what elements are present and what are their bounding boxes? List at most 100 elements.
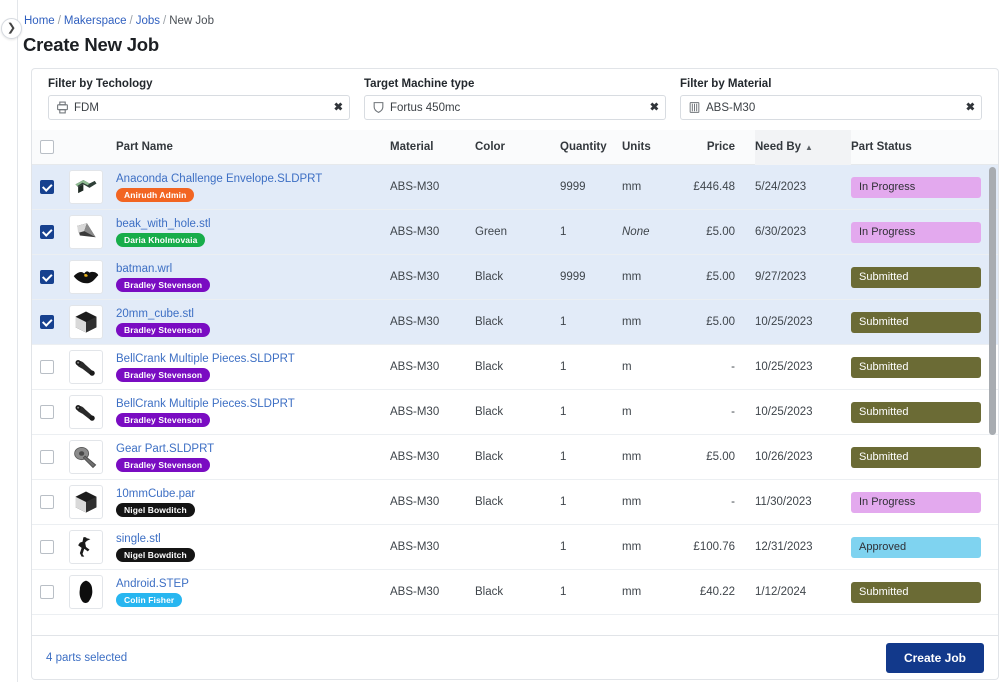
table-row[interactable]: single.stl Nigel Bowditch ABS-M30 1 mm £100.7… [32,525,998,570]
part-name-link[interactable]: BellCrank Multiple Pieces.SLDPRT [116,353,390,365]
part-status-cell: Submitted [851,311,998,333]
units-cell: m [622,361,632,373]
table-row[interactable]: BellCrank Multiple Pieces.SLDPRT Bradley … [32,345,998,390]
part-name-link[interactable]: beak_with_hole.stl [116,218,390,230]
row-checkbox[interactable] [40,270,54,284]
part-thumbnail-cell [62,215,110,249]
table-row[interactable]: batman.wrl Bradley Stevenson ABS-M30 Black 9… [32,255,998,300]
table-row[interactable]: BellCrank Multiple Pieces.SLDPRT Bradley … [32,390,998,435]
header-price[interactable]: Price [677,141,755,153]
beak-wedge-icon [69,215,103,249]
breadcrumb-item-makerspace[interactable]: Makerspace [64,15,127,27]
breadcrumb-separator: / [163,15,167,27]
header-need-by[interactable]: Need By ▲ [755,130,851,165]
selected-count-label[interactable]: 4 parts selected [46,652,127,664]
table-row[interactable]: Android.STEP Colin Fisher ABS-M30 Black 1 mm £… [32,570,998,615]
color-cell: Black [475,316,504,328]
create-job-button[interactable]: Create Job [885,642,984,673]
quantity-cell: 1 [560,451,567,463]
clear-machine-icon[interactable]: ✖ [650,102,659,113]
part-name-cell: beak_with_hole.stl Daria Kholmovaia [110,218,390,247]
row-checkbox[interactable] [40,540,54,554]
part-name-link[interactable]: single.stl [116,533,390,545]
part-owner-badge: Anirudh Admin [116,187,195,202]
cube-icon [69,305,103,339]
row-select-cell [32,540,62,554]
filter-technology-value: FDM [74,101,99,114]
part-owner-badge: Nigel Bowditch [116,547,195,562]
row-checkbox[interactable] [40,180,54,194]
status-badge: Submitted [851,401,981,423]
quantity-cell: 1 [560,586,567,598]
row-checkbox[interactable] [40,585,54,599]
header-units[interactable]: Units [622,141,677,153]
table-row[interactable]: 20mm_cube.stl Bradley Stevenson ABS-M30 Bla… [32,300,998,345]
row-select-cell [32,585,62,599]
part-owner-badge: Bradley Stevenson [116,412,211,427]
part-name-link[interactable]: 20mm_cube.stl [116,308,390,320]
material-cell: ABS-M30 [390,541,440,553]
table-row[interactable]: Gear Part.SLDPRT Bradley Stevenson ABS-M30… [32,435,998,480]
row-select-cell [32,495,62,509]
part-owner-badge: Colin Fisher [116,592,183,607]
header-material[interactable]: Material [390,141,475,153]
row-select-cell [32,450,62,464]
clear-material-icon[interactable]: ✖ [966,102,975,113]
header-quantity[interactable]: Quantity [560,141,622,153]
table-row[interactable]: Anaconda Challenge Envelope.SLDPRT Anirud… [32,165,998,210]
part-name-cell: Anaconda Challenge Envelope.SLDPRT Anirud… [110,173,390,202]
filter-technology-input[interactable]: FDM ✖ [48,95,350,120]
units-cell: mm [622,181,642,193]
part-status-cell: Approved [851,536,998,558]
part-status-cell: In Progress [851,221,998,243]
cube-icon [69,485,103,519]
row-checkbox[interactable] [40,225,54,239]
bird-icon [69,530,103,564]
part-name-link[interactable]: batman.wrl [116,263,390,275]
part-name-link[interactable]: 10mmCube.par [116,488,390,500]
header-need-by-label: Need By [755,141,802,153]
filter-machine-input[interactable]: Fortus 450mc ✖ [364,95,666,120]
part-name-link[interactable]: BellCrank Multiple Pieces.SLDPRT [116,398,390,410]
breadcrumb-item-jobs[interactable]: Jobs [136,15,160,27]
spool-icon [687,101,701,115]
units-cell: mm [622,496,642,508]
price-cell: - [731,406,735,418]
row-checkbox[interactable] [40,360,54,374]
clear-technology-icon[interactable]: ✖ [334,102,343,113]
part-status-cell: Submitted [851,401,998,423]
chevron-right-icon[interactable]: ❯ [1,18,22,39]
part-name-link[interactable]: Anaconda Challenge Envelope.SLDPRT [116,173,390,185]
need-by-cell: 1/12/2024 [755,586,807,598]
table-row[interactable]: beak_with_hole.stl Daria Kholmovaia ABS-M3… [32,210,998,255]
breadcrumb-item-home[interactable]: Home [24,15,55,27]
need-by-cell: 10/25/2023 [755,406,813,418]
row-checkbox[interactable] [40,450,54,464]
part-thumbnail-cell [62,350,110,384]
need-by-cell: 12/31/2023 [755,541,813,553]
green-bracket-icon [69,170,103,204]
table-row[interactable]: 10mmCube.par Nigel Bowditch ABS-M30 Black 1 m… [32,480,998,525]
row-select-cell [32,315,62,329]
row-checkbox[interactable] [40,315,54,329]
header-part-name[interactable]: Part Name [110,141,390,153]
header-color[interactable]: Color [475,141,560,153]
filter-technology-group: Filter by Techology FDM ✖ [48,78,350,130]
color-cell: Black [475,361,504,373]
row-checkbox[interactable] [40,405,54,419]
header-part-status[interactable]: Part Status [851,141,998,153]
color-cell: Green [475,226,507,238]
android-icon [69,575,103,609]
material-cell: ABS-M30 [390,586,440,598]
gear-part-icon [69,440,103,474]
filter-material-input[interactable]: ABS-M30 ✖ [680,95,982,120]
row-checkbox[interactable] [40,495,54,509]
color-cell: Black [475,451,504,463]
vertical-scrollbar[interactable] [989,165,996,635]
table-header-row: Part Name Material Color Quantity Units … [32,130,998,165]
part-name-link[interactable]: Android.STEP [116,578,390,590]
scrollbar-thumb[interactable] [989,167,996,435]
status-badge: Submitted [851,446,981,468]
select-all-checkbox[interactable] [40,140,54,154]
part-name-link[interactable]: Gear Part.SLDPRT [116,443,390,455]
